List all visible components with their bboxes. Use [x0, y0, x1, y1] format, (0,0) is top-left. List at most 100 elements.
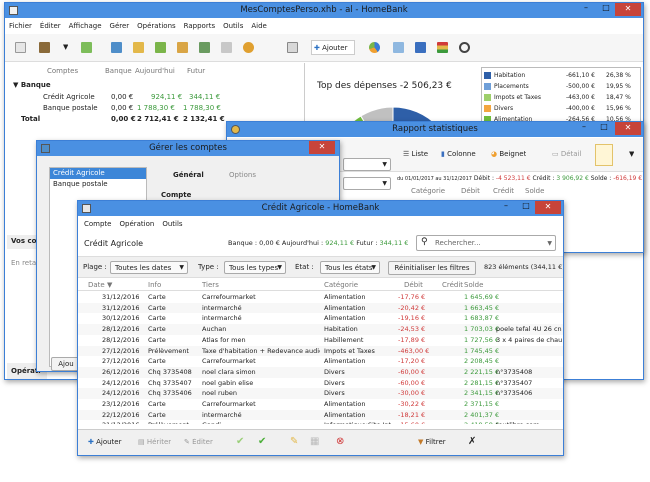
menu-item-4[interactable]: Opérations: [137, 22, 175, 30]
list-view-button[interactable]: ☰ Liste: [403, 150, 428, 158]
reset-filters-button[interactable]: Réinitialiser les filtres: [388, 261, 476, 275]
column-view-button[interactable]: ▮ Colonne: [441, 150, 476, 158]
tab-general[interactable]: Général: [173, 171, 204, 179]
table-row[interactable]: 30/12/2016 Carte intermarché Alimentation -1…: [78, 313, 563, 324]
ledger-col-0[interactable]: Date ▼: [88, 281, 112, 289]
ledger-menu-item-2[interactable]: Outils: [162, 220, 182, 228]
table-row[interactable]: 31/12/2016 Carte Carrefourmarket Alimentati…: [78, 292, 563, 303]
open-folder-icon[interactable]: [39, 42, 50, 53]
table-row[interactable]: 24/12/2016 Chq 3735406 noel ruben Divers -30…: [78, 388, 563, 399]
menu-item-0[interactable]: Fichier: [9, 22, 32, 30]
col-categorie[interactable]: Catégorie: [411, 187, 445, 195]
maximize-icon[interactable]: □: [595, 122, 613, 135]
table-row[interactable]: 27/12/2016 Prélèvement Taxe d'habitation +…: [78, 345, 563, 357]
vehicle-icon[interactable]: [459, 42, 470, 53]
col-banque[interactable]: Banque: [105, 67, 132, 75]
type-select[interactable]: Tous les types: [224, 261, 286, 274]
trend-chart-icon[interactable]: [393, 42, 404, 53]
plage-select[interactable]: Toutes les dates: [110, 261, 188, 274]
ledger-col-1[interactable]: Info: [148, 281, 161, 289]
assignment-icon[interactable]: [221, 42, 232, 53]
ledger-menu-item-0[interactable]: Compte: [84, 220, 111, 228]
close-icon[interactable]: ✕: [615, 122, 641, 135]
categories-icon[interactable]: [155, 42, 166, 53]
table-row[interactable]: 31/12/2016 Carte intermarché Alimentation -2…: [78, 302, 563, 314]
book-icon[interactable]: [287, 42, 298, 53]
accounts-icon[interactable]: [111, 42, 122, 53]
pie-chart-icon[interactable]: [369, 42, 380, 53]
dropdown-arrow-icon[interactable]: ▼: [63, 43, 68, 51]
detail-button[interactable]: ▭ Détail: [552, 150, 581, 158]
table-row[interactable]: 24/12/2016 Chq 3735407 noel gabin elise Div…: [78, 378, 563, 389]
table-row[interactable]: 27/12/2016 Carte Carrefourmarket Alimentati…: [78, 356, 563, 367]
account-item-banque-postale[interactable]: Banque postale: [50, 179, 146, 190]
close-icon[interactable]: ✕: [615, 3, 641, 16]
donut-view-button[interactable]: ◕ Beignet: [491, 150, 526, 158]
ledger-col-2[interactable]: Tiers: [202, 281, 219, 289]
close-icon[interactable]: ✕: [309, 141, 335, 154]
assign-icon[interactable]: ▦: [310, 436, 319, 447]
table-row[interactable]: 26/12/2016 Chq 3735408 noel clara simon Div…: [78, 366, 563, 378]
minimize-icon[interactable]: –: [577, 3, 595, 16]
table-row[interactable]: 21/12/2016 Prélèvement Gandi Informatique:S…: [78, 420, 563, 424]
minimize-icon[interactable]: –: [575, 122, 593, 135]
menu-item-7[interactable]: Aide: [251, 22, 266, 30]
table-row[interactable]: 22/12/2016 Carte intermarché Alimentation -1…: [78, 409, 563, 421]
menu-item-2[interactable]: Affichage: [69, 22, 102, 30]
budget-report-icon[interactable]: [437, 42, 448, 53]
col-futur[interactable]: Futur: [187, 67, 205, 75]
col-debit[interactable]: Débit: [461, 187, 480, 195]
maximize-icon[interactable]: □: [517, 201, 535, 214]
ledger-col-5[interactable]: Crédit: [442, 281, 463, 289]
add-transaction-button[interactable]: ✚ Ajouter: [311, 40, 355, 55]
inherit-button[interactable]: ▤ Hériter: [138, 438, 171, 446]
ledger-col-4[interactable]: Débit: [404, 281, 423, 289]
account-row[interactable]: Banque postale 0,00 €1 788,30 €1 788,30 €: [7, 104, 303, 115]
delete-icon[interactable]: ⊗: [336, 436, 344, 447]
account-row[interactable]: Crédit Agricole 0,00 € 924,11 € 344,11 €: [7, 93, 303, 104]
manage-titlebar[interactable]: Gérer les comptes ✕: [37, 141, 339, 156]
menu-item-6[interactable]: Outils: [223, 22, 243, 30]
menu-item-3[interactable]: Gérer: [110, 22, 130, 30]
edit-button[interactable]: ✎ Éditer: [184, 438, 213, 446]
legend-toggle-icon[interactable]: [595, 144, 613, 166]
report-titlebar[interactable]: Rapport statistiques – □ ✕: [227, 122, 643, 137]
archive-icon[interactable]: [177, 42, 188, 53]
group-banque[interactable]: ▼ Banque: [13, 81, 51, 89]
reset-filter-icon[interactable]: ✗: [468, 436, 476, 447]
check-all-icon[interactable]: ✔: [258, 436, 266, 447]
budget-icon[interactable]: [199, 42, 210, 53]
table-row[interactable]: 28/12/2016 Carte Auchan Habitation -24,53 € 1…: [78, 324, 563, 335]
bar-chart-icon[interactable]: [415, 42, 426, 53]
filter-button[interactable]: ▼ Filtrer: [418, 438, 446, 446]
close-icon[interactable]: ✕: [535, 201, 561, 214]
etat-select[interactable]: Tous les états: [320, 261, 380, 274]
ledger-menu-item-1[interactable]: Opération: [119, 220, 154, 228]
save-icon[interactable]: [81, 42, 92, 53]
more-options-icon[interactable]: ▼: [629, 150, 634, 158]
ledger-col-6[interactable]: Solde: [464, 281, 483, 289]
check-icon[interactable]: ✔: [236, 436, 244, 447]
table-row[interactable]: 23/12/2016 Carte Carrefourmarket Alimentati…: [78, 399, 563, 410]
multi-edit-icon[interactable]: ✎: [290, 436, 298, 447]
table-row[interactable]: 28/12/2016 Carte Atlas for men Habillement -…: [78, 335, 563, 346]
col-comptes[interactable]: Comptes: [47, 67, 78, 75]
tab-options[interactable]: Options: [229, 171, 256, 179]
col-solde[interactable]: Solde: [525, 187, 544, 195]
col-credit[interactable]: Crédit: [493, 187, 514, 195]
maximize-icon[interactable]: □: [597, 3, 615, 16]
minimize-icon[interactable]: –: [497, 201, 515, 214]
report-combo-1[interactable]: [343, 158, 391, 171]
menu-item-1[interactable]: Éditer: [40, 22, 61, 30]
account-item-credit-agricole[interactable]: Crédit Agricole: [50, 168, 146, 179]
search-input[interactable]: Rechercher...: [416, 235, 556, 251]
payees-icon[interactable]: [133, 42, 144, 53]
coins-icon[interactable]: [243, 42, 254, 53]
new-file-icon[interactable]: [15, 42, 26, 53]
ledger-add-button[interactable]: ✚ Ajouter: [88, 438, 122, 446]
main-titlebar[interactable]: MesComptesPerso.xhb - al - HomeBank – □ …: [5, 3, 643, 18]
report-combo-2[interactable]: [343, 177, 391, 190]
col-aujourdhui[interactable]: Aujourd'hui: [135, 67, 175, 75]
menu-item-5[interactable]: Rapports: [184, 22, 215, 30]
ledger-titlebar[interactable]: Crédit Agricole - HomeBank – □ ✕: [78, 201, 563, 216]
